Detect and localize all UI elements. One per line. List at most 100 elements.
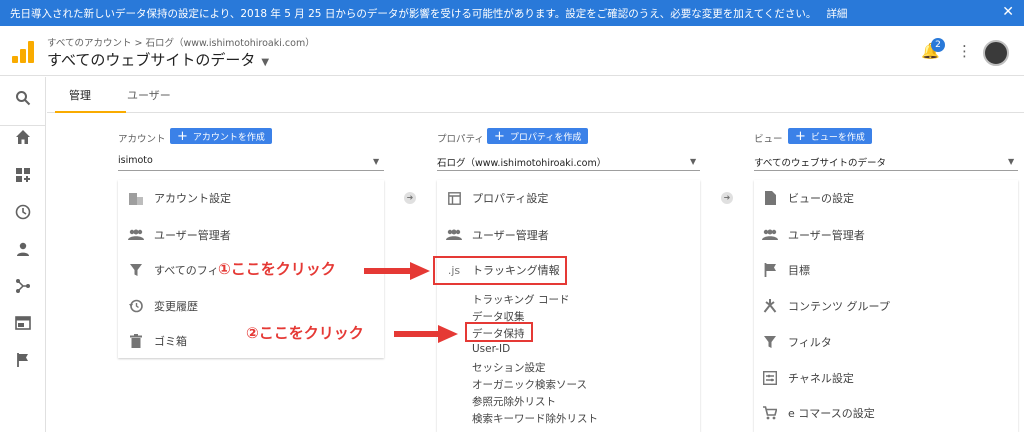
view-select-caret-icon[interactable]: ▼ [1008,157,1014,166]
channel-settings-icon [762,370,778,386]
create-view-button[interactable]: + ビューを作成 [788,128,872,144]
property-user-management-item[interactable]: ユーザー管理者 [446,227,549,243]
view-selector[interactable]: すべてのウェブサイトのデータ ▼ [47,49,269,70]
property-settings-item[interactable]: プロパティ設定 [446,190,548,206]
account-select-underline [118,170,384,171]
users-group-icon [446,227,462,243]
goals-item[interactable]: 目標 [762,262,810,278]
annotation-step-2: ②ここをクリック [246,324,364,342]
analytics-logo-icon[interactable] [12,41,34,63]
admin-tabs: 管理 ユーザー [47,77,1024,113]
ecommerce-settings-item[interactable]: e コマースの設定 [762,405,875,421]
banner-details-link[interactable]: 詳細 [826,6,847,21]
filter-icon [762,334,778,350]
users-group-icon [128,227,144,243]
annotation-arrow-1-icon [364,262,430,280]
notification-count-badge: 2 [931,38,945,52]
channel-settings-label: チャネル設定 [788,372,854,385]
channel-settings-item[interactable]: チャネル設定 [762,370,854,386]
create-view-label: ビューを作成 [810,132,865,143]
users-group-icon [762,227,778,243]
plus-icon: + [494,128,505,144]
content-grouping-icon [762,298,778,314]
conversions-flag-icon[interactable] [12,352,34,374]
view-settings-label: ビューの設定 [788,192,854,205]
search-icon[interactable] [12,90,34,112]
audience-person-icon[interactable] [12,241,34,263]
search-term-exclusion-link[interactable]: 検索キーワード除外リスト [472,411,598,426]
view-settings-item[interactable]: ビューの設定 [762,190,854,206]
more-options-icon[interactable]: ⋮ [957,42,972,60]
property-select-value[interactable]: 石ログ（www.ishimotohiroaki.com） [437,155,606,169]
top-header: すべてのアカウント > 石ログ（www.ishimotohiroaki.com）… [0,26,1024,76]
shopping-cart-icon [762,405,778,421]
tracking-code-link[interactable]: トラッキング コード [472,292,570,307]
view-user-management-label: ユーザー管理者 [788,229,865,242]
content-grouping-item[interactable]: コンテンツ グループ [762,298,890,314]
organic-search-sources-link[interactable]: オーガニック検索ソース [472,377,587,392]
account-user-management-label: ユーザー管理者 [154,229,231,242]
history-icon [128,298,144,314]
view-filters-label: フィルタ [788,336,832,349]
property-window-icon [446,190,462,206]
breadcrumb[interactable]: すべてのアカウント > 石ログ（www.ishimotohiroaki.com） [47,35,315,49]
create-account-button[interactable]: + アカウントを作成 [170,128,272,144]
create-property-button[interactable]: + プロパティを作成 [487,128,589,144]
property-user-management-label: ユーザー管理者 [472,229,549,242]
avatar[interactable] [983,40,1009,66]
realtime-clock-icon[interactable] [12,204,34,226]
trash-icon [128,333,144,349]
account-settings-label: アカウント設定 [154,192,231,205]
user-id-link[interactable]: User-ID [472,343,510,355]
view-user-management-item[interactable]: ユーザー管理者 [762,227,865,243]
account-trash-item[interactable]: ゴミ箱 [128,333,187,349]
data-retention-banner: 先日導入された新しいデータ保持の設定により、2018 年 5 月 25 日からの… [0,0,1024,26]
account-select-value[interactable]: isimoto [118,155,153,166]
goals-label: 目標 [788,264,810,277]
view-filters-item[interactable]: フィルタ [762,334,832,350]
plus-icon: + [795,128,806,144]
account-change-history-item[interactable]: 変更履歴 [128,298,198,314]
acquisition-icon[interactable] [12,278,34,300]
flag-icon [762,262,778,278]
account-to-property-arrow-icon: ➜ [404,192,416,204]
data-retention-highlight [465,322,533,342]
create-account-label: アカウントを作成 [192,132,265,143]
view-select-value[interactable]: すべてのウェブサイトのデータ [754,155,886,169]
banner-text: 先日導入された新しいデータ保持の設定により、2018 年 5 月 25 日からの… [10,7,817,20]
view-select-underline [754,170,1018,171]
account-trash-label: ゴミ箱 [154,335,187,348]
annotation-step-1: ①ここをクリック [218,260,336,278]
tab-admin[interactable]: 管理 [69,87,91,103]
document-icon [762,190,778,206]
banner-close-icon[interactable]: ✕ [1002,4,1014,20]
property-to-view-arrow-icon: ➜ [721,192,733,204]
home-icon[interactable] [12,129,34,151]
property-select-caret-icon[interactable]: ▼ [690,157,696,166]
caret-down-icon: ▼ [261,57,270,68]
behavior-icon[interactable] [12,315,34,337]
building-icon [128,190,144,206]
tab-user[interactable]: ユーザー [127,87,171,103]
create-property-label: プロパティを作成 [509,132,582,143]
account-select-caret-icon[interactable]: ▼ [373,157,379,166]
plus-icon: + [177,128,188,144]
property-settings-label: プロパティ設定 [472,192,549,205]
sidebar-divider [0,125,46,126]
property-heading: プロパティ [437,134,484,145]
account-settings-item[interactable]: アカウント設定 [128,190,231,206]
view-heading: ビュー [754,134,783,145]
account-heading: アカウント [118,134,166,145]
annotation-arrow-2-icon [394,325,458,343]
view-selector-title: すべてのウェブサイトのデータ [47,51,256,69]
tracking-info-highlight [433,256,567,285]
filter-icon [128,262,144,278]
account-user-management-item[interactable]: ユーザー管理者 [128,227,231,243]
ecommerce-settings-label: e コマースの設定 [788,407,875,420]
session-settings-link[interactable]: セッション設定 [472,360,546,375]
content-grouping-label: コンテンツ グループ [788,300,890,313]
property-select-underline [437,170,700,171]
account-all-filters-item[interactable]: すべてのフィ [128,262,219,278]
referral-exclusion-link[interactable]: 参照元除外リスト [472,394,556,409]
customization-icon[interactable] [12,167,34,189]
